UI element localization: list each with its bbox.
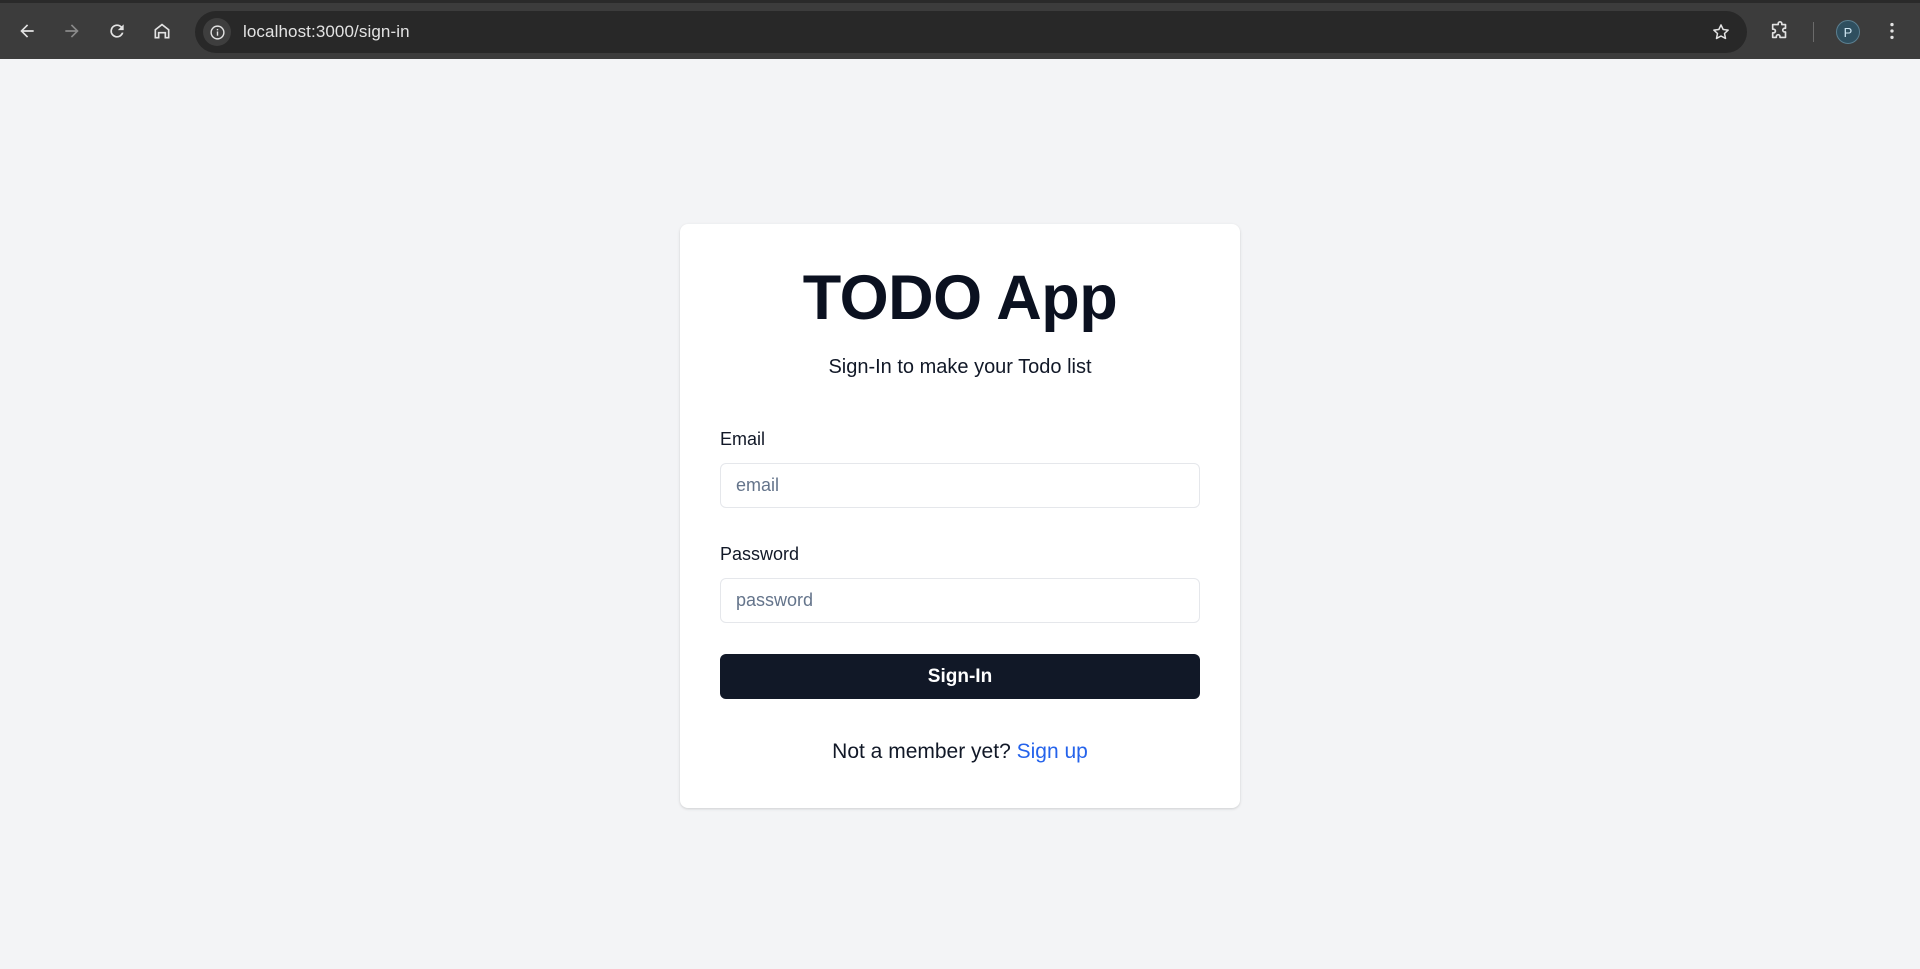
page-viewport: TODO App Sign-In to make your Todo list … [0,59,1920,969]
browser-toolbar: localhost:3000/sign-in P [0,0,1920,59]
url-text[interactable]: localhost:3000/sign-in [243,22,410,42]
star-icon [1713,24,1729,40]
arrow-left-icon [20,24,34,38]
back-button[interactable] [9,13,45,49]
kebab-menu-icon [1890,22,1894,40]
sign-up-prompt: Not a member yet? Sign up [680,740,1240,764]
email-label: Email [720,429,766,449]
password-input[interactable] [720,578,1200,623]
app-title: TODO App [802,263,1118,333]
puzzle-icon [1771,21,1787,39]
bookmark-button[interactable] [1709,20,1733,44]
info-icon [209,24,225,40]
menu-button[interactable] [1876,15,1908,47]
profile-avatar[interactable]: P [1836,20,1860,44]
home-button[interactable] [144,13,180,49]
password-label: Password [720,544,800,564]
forward-button[interactable] [54,13,90,49]
sign-up-link[interactable]: Sign up [1017,740,1088,763]
toolbar-divider [1813,22,1814,42]
app-subtitle: Sign-In to make your Todo list [828,356,1092,378]
reload-icon [110,24,124,38]
email-input[interactable] [720,463,1200,508]
sign-up-prompt-text: Not a member yet? [832,740,1011,763]
address-bar[interactable]: localhost:3000/sign-in [195,11,1747,53]
home-icon [154,23,170,39]
sign-in-card: TODO App Sign-In to make your Todo list … [680,224,1240,808]
arrow-right-icon [65,24,79,38]
reload-button[interactable] [99,13,135,49]
site-info-button[interactable] [203,18,231,46]
sign-in-button[interactable]: Sign-In [720,654,1200,699]
extensions-button[interactable] [1764,15,1796,47]
